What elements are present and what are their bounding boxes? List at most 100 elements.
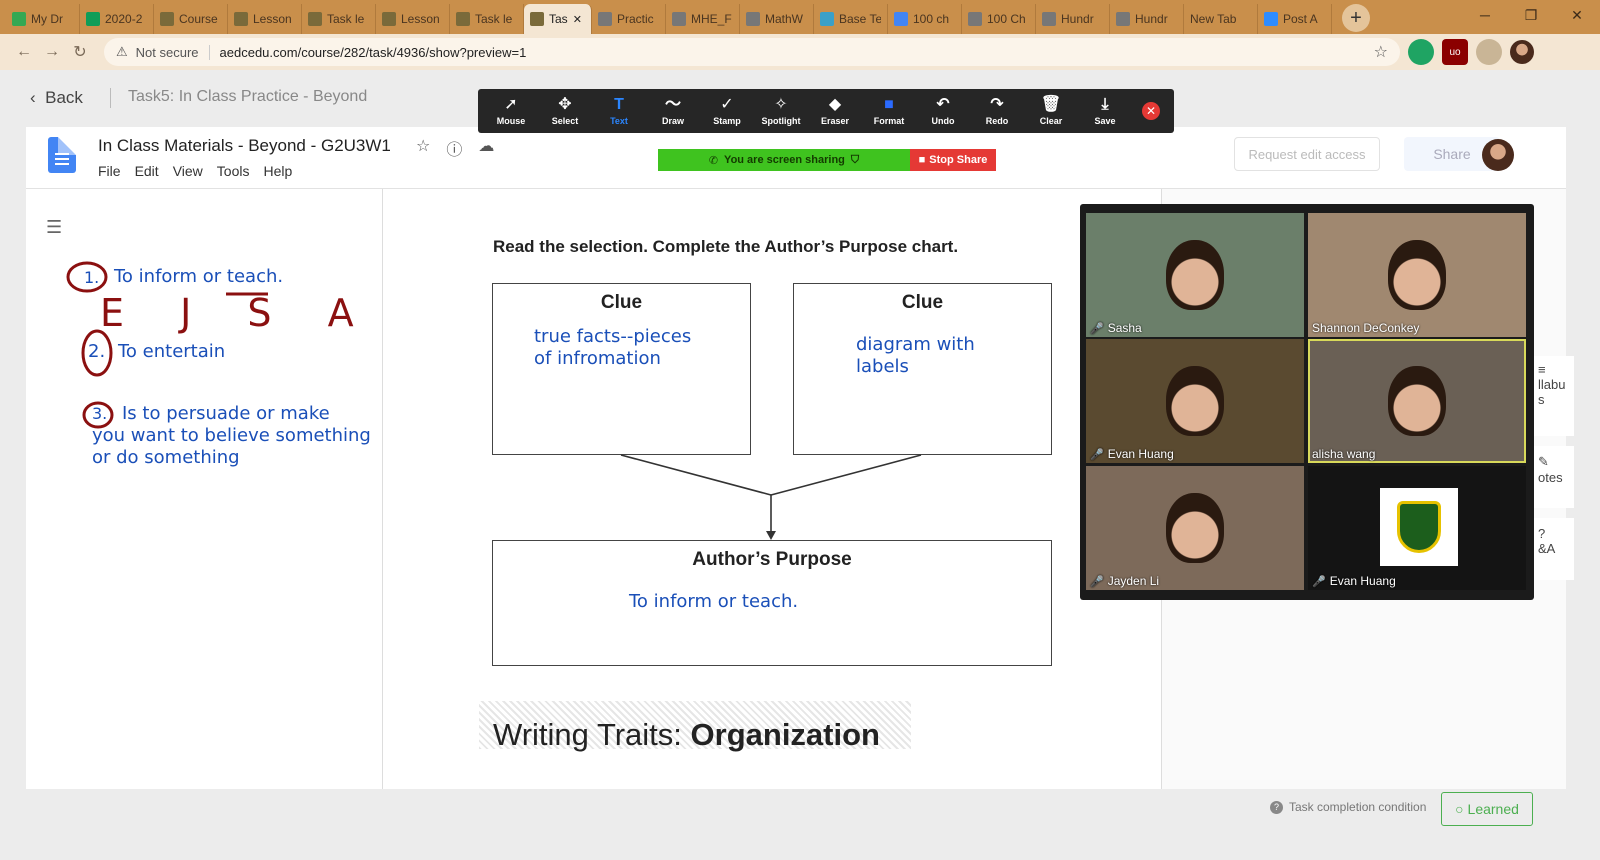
back-link[interactable]: ‹ Back [30,88,83,108]
reload-icon[interactable]: ↻ [66,42,94,62]
extensions-puzzle-icon[interactable] [1476,39,1502,65]
screen-sharing-status[interactable]: ✆ You are screen sharing ⛉ [658,149,910,171]
minimize-icon[interactable]: ─ [1462,0,1508,30]
extension-green-icon[interactable] [1408,39,1434,65]
browser-tab[interactable]: Task le [302,4,376,34]
menu-item-view[interactable]: View [173,163,203,179]
muted-mic-icon: 🎤 [1312,575,1326,588]
browser-tab[interactable]: New Tab [1184,4,1258,34]
participant-name: Sasha [1107,321,1142,335]
browser-tab[interactable]: Hundr [1110,4,1184,34]
writing-traits-heading: Writing Traits: Organization [493,717,880,753]
browser-tab[interactable]: Base Te [814,4,888,34]
syllabus-fragment-2: s [1538,392,1545,407]
tab-title: Course [179,12,218,26]
tool-format[interactable]: ■ Format [862,96,916,126]
menu-item-file[interactable]: File [98,163,121,179]
note-3-line-2: you want to believe something [92,425,371,446]
browser-tab[interactable]: Tas ✕ [524,4,592,34]
cloud-icon[interactable]: ☁ [478,136,494,160]
bookmark-star-icon[interactable]: ☆ [1374,42,1388,62]
browser-tab[interactable]: My Dr [6,4,80,34]
tool-label: Undo [931,116,955,126]
browser-tab[interactable]: Hundr [1036,4,1110,34]
tool-text[interactable]: T Text [592,96,646,126]
tool-undo[interactable]: ↶ Undo [916,96,970,126]
menu-item-edit[interactable]: Edit [135,163,159,179]
url-text[interactable]: aedcedu.com/course/282/task/4936/show?pr… [220,45,1374,60]
profile-avatar[interactable] [1510,40,1534,64]
doc-title[interactable]: In Class Materials - Beyond - G2U3W1 [98,136,391,156]
notes-fragment: otes [1538,470,1563,485]
account-avatar[interactable] [1482,139,1514,171]
participant-video-tile[interactable]: alisha wang [1308,339,1526,463]
participant-video-tile[interactable]: 🎤 Evan Huang [1308,466,1526,590]
restore-icon[interactable]: ❐ [1508,0,1554,30]
tool-select[interactable]: ✥ Select [538,96,592,126]
participant-name: Evan Huang [1107,447,1174,461]
warning-icon[interactable]: ⚠ [116,44,128,60]
tool-mouse[interactable]: ➚ Mouse [484,96,538,126]
close-window-icon[interactable]: ✕ [1554,0,1600,30]
back-arrow-icon[interactable]: ← [10,43,38,61]
tool-label: Eraser [820,116,850,126]
note-3-line-1: Is to persuade or make [122,403,330,424]
forward-arrow-icon[interactable]: → [38,43,66,61]
tool-redo[interactable]: ↷ Redo [970,96,1024,126]
note-1: To inform or teach. [114,266,284,287]
participant-name-label: 🎤 Evan Huang [1312,574,1396,588]
browser-tab[interactable]: 100 Ch [962,4,1036,34]
task-completion-condition[interactable]: ? Task completion condition [1270,800,1426,814]
participant-video-tile[interactable]: 🎤 Sasha [1086,213,1304,337]
browser-tab[interactable]: MathW [740,4,814,34]
participant-name: Shannon DeConkey [1312,321,1420,335]
chart-connectors [620,454,922,540]
tab-favicon-icon [598,12,612,26]
menu-item-help[interactable]: Help [263,163,292,179]
note-3-number: 3. [92,404,108,423]
google-docs-icon[interactable] [48,137,76,173]
participant-name: Jayden Li [1107,574,1160,588]
browser-tab[interactable]: Post A [1258,4,1332,34]
browser-tab[interactable]: Practic [592,4,666,34]
menu-item-tools[interactable]: Tools [217,163,250,179]
tab-title: MHE_F [691,12,732,26]
learned-button[interactable]: ○ Learned [1441,792,1533,826]
zoom-gallery-view[interactable]: 🎤 Sasha Shannon DeConkey 🎤 Evan Huang alisha … [1080,204,1534,600]
omnibox[interactable]: ⚠ Not secure aedcedu.com/course/282/task… [104,38,1400,66]
tab-favicon-icon [1042,12,1056,26]
annotation-toolbar: ➚ Mouse ✥ Select T Text 〜 Draw ✓ Stamp ✧ Spotlight ◆… [478,89,1174,133]
tab-title: 100 Ch [987,12,1026,26]
tool-save[interactable]: ⤓ Save [1078,96,1132,126]
tool-draw[interactable]: 〜 Draw [646,96,700,126]
browser-tab[interactable]: Lesson [376,4,450,34]
eraser-icon: ◆ [828,96,842,113]
ublock-icon[interactable]: uo [1442,39,1468,65]
syllabus-side-item[interactable]: ≡ llabu s [1534,356,1574,436]
tool-eraser[interactable]: ◆ Eraser [808,96,862,126]
browser-tab[interactable]: Course [154,4,228,34]
info-icon[interactable]: ⓘ [446,136,462,160]
browser-tab[interactable]: 100 ch [888,4,962,34]
muted-mic-icon: 🎤 [1090,448,1104,461]
browser-tab[interactable]: 2020-2 [80,4,154,34]
tool-clear[interactable]: 🗑 Clear [1024,96,1078,126]
authors-purpose-answer: To inform or teach. [629,591,799,612]
tool-label: Draw [661,116,684,126]
stop-share-button[interactable]: ■ Stop Share [910,149,996,171]
close-tab-icon[interactable]: ✕ [573,13,582,26]
close-toolbar-icon[interactable]: ✕ [1142,102,1160,120]
star-icon[interactable]: ☆ [416,136,430,160]
tool-spotlight[interactable]: ✧ Spotlight [754,96,808,126]
participant-video-tile[interactable]: Shannon DeConkey [1308,213,1526,337]
qa-side-item[interactable]: ? &A [1534,518,1574,580]
participant-video-tile[interactable]: 🎤 Evan Huang [1086,339,1304,463]
browser-tab[interactable]: Task le [450,4,524,34]
participant-video-tile[interactable]: 🎤 Jayden Li [1086,466,1304,590]
new-tab-button[interactable]: + [1342,4,1370,32]
notes-side-item[interactable]: ✎ otes [1534,446,1574,508]
request-edit-access-button[interactable]: Request edit access [1234,137,1380,171]
browser-tab[interactable]: MHE_F [666,4,740,34]
tool-stamp[interactable]: ✓ Stamp [700,96,754,126]
browser-tab[interactable]: Lesson [228,4,302,34]
